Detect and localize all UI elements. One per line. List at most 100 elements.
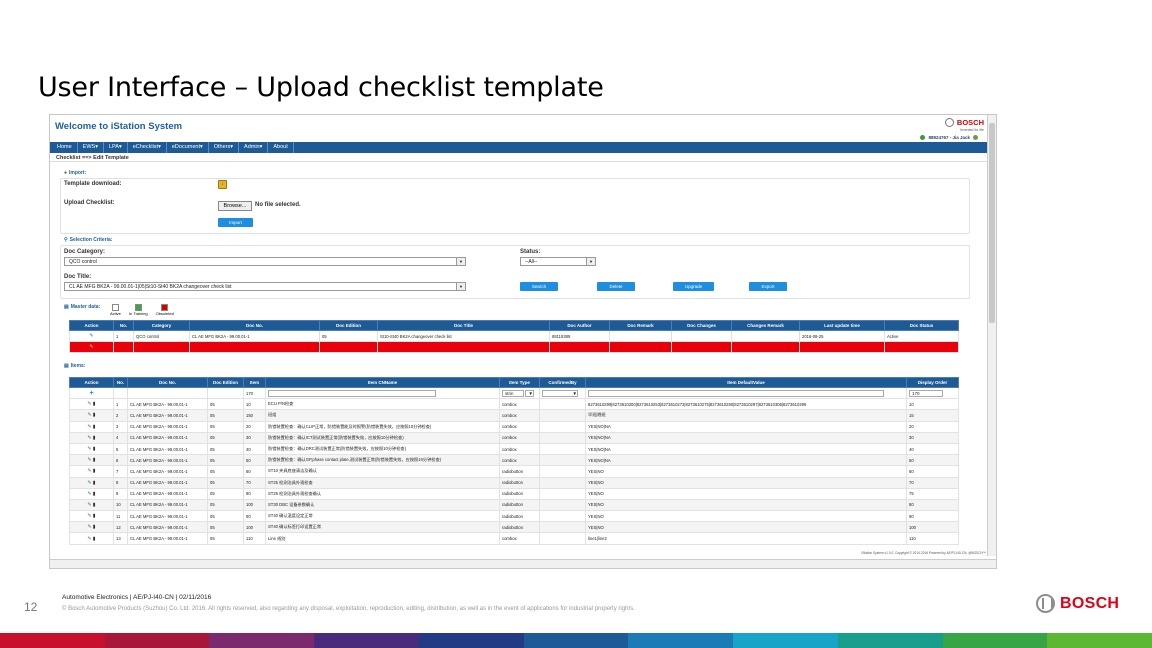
confirmed-by-select[interactable]: ▼ <box>542 389 578 397</box>
legend-swatch <box>134 304 142 311</box>
delete-icon[interactable]: ▮ <box>93 491 96 497</box>
download-icon[interactable]: ↓ <box>218 180 227 189</box>
nav-lpa[interactable]: LPA▾ <box>104 142 128 153</box>
logout-icon[interactable] <box>973 135 978 140</box>
delete-icon[interactable]: ▮ <box>93 424 96 430</box>
col-default-value[interactable]: Item DefaultValue <box>585 377 907 388</box>
table-cell: 100 <box>243 498 266 512</box>
delete-icon[interactable]: ▮ <box>93 513 96 519</box>
nav-edocument[interactable]: eDocument▾ <box>167 142 209 153</box>
item-cnname-input[interactable] <box>268 389 436 397</box>
edit-icon[interactable]: ✎ <box>87 513 91 519</box>
scrollbar-thumb[interactable] <box>989 123 995 323</box>
default-value-input[interactable] <box>588 389 884 397</box>
col-changes-remark[interactable]: Changes Remark <box>731 320 800 331</box>
doc-category-select[interactable]: QCO control ▼ <box>64 257 466 266</box>
nav-about[interactable]: About <box>268 142 294 153</box>
table-row[interactable]: ✎ ▮ 5 CL AE MFG BK2A - 99.00.01-1 05 40 防错装置检… <box>69 442 959 456</box>
delete-icon[interactable]: ▮ <box>93 468 96 474</box>
table-row[interactable]: ✎ ▮ 11 CL AE MFG BK2A - 99.00.01-1 05 90 ST40… <box>69 510 959 523</box>
import-button[interactable]: Import <box>218 218 253 227</box>
delete-icon[interactable]: ▮ <box>93 536 96 542</box>
edit-icon[interactable]: ✎ <box>87 468 91 474</box>
col-item[interactable]: Item <box>243 377 266 388</box>
col-item-type[interactable]: Item Type <box>499 377 540 388</box>
delete-icon[interactable]: ▮ <box>93 524 96 530</box>
col-doc-edition[interactable]: Doc Edition <box>319 320 378 331</box>
edit-icon[interactable]: ✎ <box>69 329 114 343</box>
display-order-input[interactable]: 170 <box>909 389 943 397</box>
col-no[interactable]: No. <box>113 377 128 388</box>
col-doc-no[interactable]: Doc No. <box>189 320 320 331</box>
delete-icon[interactable]: ▮ <box>93 401 96 407</box>
chevron-down-icon[interactable]: ▼ <box>525 389 535 397</box>
doc-category-label: Doc Category: <box>64 249 106 255</box>
col-category[interactable]: Category <box>133 320 190 331</box>
horizontal-scrollbar[interactable] <box>50 559 996 568</box>
edit-icon[interactable]: ✎ <box>87 524 91 530</box>
edit-icon[interactable]: ✎ <box>87 412 91 418</box>
nav-echecklist[interactable]: eChecklist▾ <box>128 142 167 153</box>
delete-button[interactable]: Delete <box>597 282 635 291</box>
edit-icon[interactable]: ✎ <box>87 424 91 430</box>
nav-ews[interactable]: EWS▾ <box>78 142 104 153</box>
table-row[interactable]: ✎ ▮ 8 CL AE MFG BK2A - 99.00.01-1 05 70 ST25 … <box>69 476 959 489</box>
edit-icon[interactable]: ✎ <box>69 341 114 354</box>
edit-icon[interactable]: ✎ <box>87 401 91 407</box>
col-doc-author[interactable]: Doc Author <box>549 320 610 331</box>
upgrade-button[interactable]: Upgrade <box>673 282 714 291</box>
col-last-update[interactable]: Last update time <box>799 320 885 331</box>
table-row[interactable]: ✎ 1 QCO control CL AE MFG BK2A - 99.00.0… <box>69 329 959 343</box>
search-button[interactable]: Search <box>520 282 558 291</box>
col-doc-title[interactable]: Doc Title <box>377 320 550 331</box>
edit-icon[interactable]: ✎ <box>87 536 91 542</box>
table-cell: 早班|晚班 <box>585 409 907 422</box>
col-confirmed-by[interactable]: ConfirmedBy <box>539 377 586 388</box>
table-row[interactable]: ✎ ▮ 3 CL AE MFG BK2A - 99.00.01-1 05 20 防错装置检… <box>69 420 959 433</box>
table-row[interactable]: ✎ ▮ 4 CL AE MFG BK2A - 99.00.01-1 05 30 防错装置检… <box>69 431 959 444</box>
col-doc-changes[interactable]: Doc Changes <box>671 320 732 331</box>
status-select[interactable]: --All-- ▼ <box>520 257 596 266</box>
doc-title-select[interactable]: CL AE MFG BK2A - 99.00.01-1|05|St10-St40… <box>64 282 466 291</box>
edit-icon[interactable]: ✎ <box>87 502 91 508</box>
delete-icon[interactable]: ▮ <box>93 446 96 452</box>
table-row[interactable]: ✎ ▮ 10 CL AE MFG BK2A - 99.00.01-1 05 100 ST3… <box>69 498 959 512</box>
vertical-scrollbar[interactable] <box>987 115 996 556</box>
delete-icon[interactable]: ▮ <box>93 457 96 463</box>
export-button[interactable]: Export <box>749 282 787 291</box>
col-action[interactable]: Action <box>69 377 114 388</box>
table-row[interactable]: ✎ ▮ 7 CL AE MFG BK2A - 99.00.01-1 05 60 ST10 … <box>69 465 959 478</box>
col-display-order[interactable]: Display Order <box>906 377 959 388</box>
table-row[interactable]: ✎ ▮ 1 CL AE MFG BK2A - 99.00.01-1 05 10 ECU P… <box>69 398 959 411</box>
table-row[interactable]: ✎ ▮ 13 CL AE MFG BK2A - 99.00.01-1 05 110 Lin… <box>69 532 959 545</box>
col-doc-edition[interactable]: Doc Edition <box>207 377 244 388</box>
edit-icon[interactable]: ✎ <box>87 435 91 441</box>
table-row[interactable]: ✎ ▮ 6 CL AE MFG BK2A - 99.00.01-1 05 50 防错装置检… <box>69 454 959 467</box>
table-row[interactable]: ✎ ▮ 2 CL AE MFG BK2A - 99.00.01-1 05 150 班组 co… <box>69 409 959 422</box>
col-no[interactable]: No. <box>113 320 134 331</box>
add-icon[interactable]: + <box>69 386 114 400</box>
col-item-cnname[interactable]: Item CNName <box>265 377 500 388</box>
col-doc-status[interactable]: Doc Status <box>884 320 959 331</box>
nav-home[interactable]: Home <box>52 142 78 153</box>
edit-icon[interactable]: ✎ <box>87 480 91 486</box>
table-cell: 05 <box>207 409 244 422</box>
item-type-select[interactable]: strin <box>502 389 524 397</box>
col-doc-no[interactable]: Doc No. <box>127 377 208 388</box>
user-info[interactable]: 88924767 - Jia Jack <box>920 135 978 140</box>
browse-button[interactable]: Browse... <box>218 201 252 211</box>
table-row[interactable]: ✎ ▮ 9 CL AE MFG BK2A - 99.00.01-1 05 80 ST25 … <box>69 487 959 500</box>
nav-admin[interactable]: Admin▾ <box>239 142 269 153</box>
delete-icon[interactable]: ▮ <box>93 412 96 418</box>
edit-icon[interactable]: ✎ <box>87 457 91 463</box>
delete-icon[interactable]: ▮ <box>93 480 96 486</box>
nav-others[interactable]: Others▾ <box>209 142 240 153</box>
col-action[interactable]: Action <box>69 320 114 331</box>
delete-icon[interactable]: ▮ <box>93 502 96 508</box>
edit-icon[interactable]: ✎ <box>87 491 91 497</box>
edit-icon[interactable]: ✎ <box>87 446 91 452</box>
selected-row[interactable]: ✎ <box>69 341 959 354</box>
table-row[interactable]: ✎ ▮ 12 CL AE MFG BK2A - 99.00.01-1 05 100 ST4… <box>69 521 959 534</box>
delete-icon[interactable]: ▮ <box>93 435 96 441</box>
col-doc-remark[interactable]: Doc Remark <box>609 320 672 331</box>
